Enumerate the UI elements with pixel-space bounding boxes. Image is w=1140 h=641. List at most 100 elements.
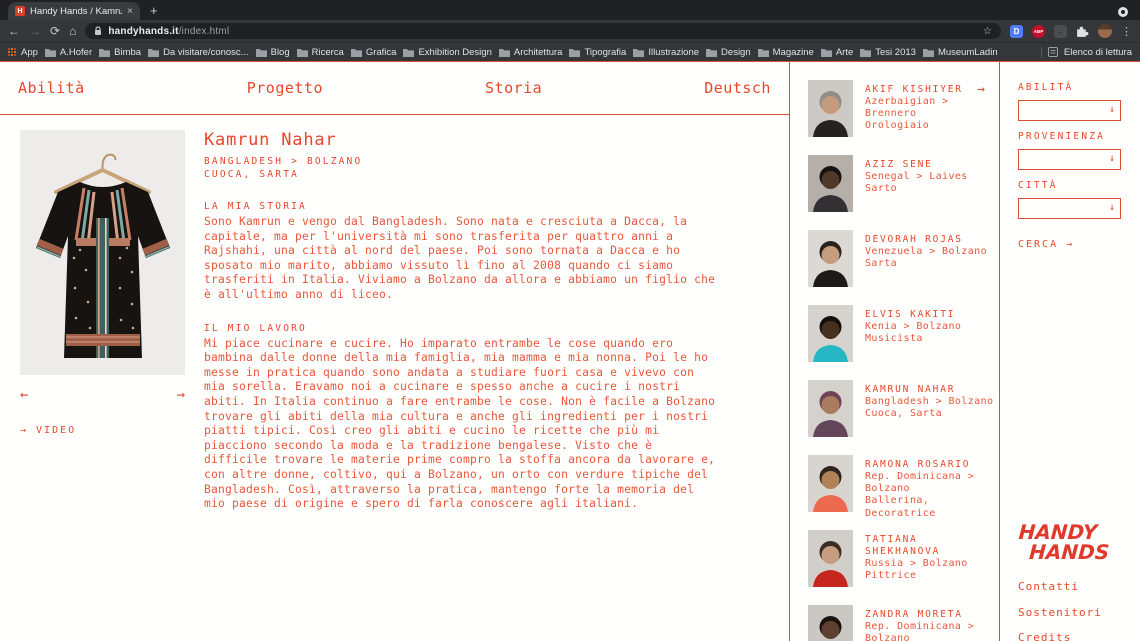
profile-avatar[interactable] <box>1098 24 1112 38</box>
filter-select-abilita[interactable]: ↓ <box>1018 100 1121 121</box>
person-list-item[interactable]: TATIANA SHEKHANOVA Russia > Bolzano Pitt… <box>808 530 999 587</box>
bookmark-folder[interactable]: Arte <box>820 47 853 58</box>
sostenitori-link[interactable]: Sostenitori <box>1018 606 1110 619</box>
bookmark-folder[interactable]: Blog <box>255 46 290 58</box>
main-column: Abilità Progetto Storia Deutsch ← → → VI… <box>0 62 790 641</box>
bookmark-folder[interactable]: Bimba <box>99 47 141 58</box>
url-text: handyhands.it/index.html <box>108 26 229 37</box>
browser-tab[interactable]: H Handy Hands / Kamrun × <box>8 2 140 20</box>
filter-select-citta[interactable]: ↓ <box>1018 198 1121 219</box>
nav-progetto[interactable]: Progetto <box>247 79 323 97</box>
contatti-link[interactable]: Contatti <box>1018 580 1110 593</box>
tab-title: Handy Hands / Kamrun <box>30 5 123 17</box>
nav-abilita[interactable]: Abilità <box>18 79 85 97</box>
bookmark-label: Design <box>721 46 751 58</box>
video-link[interactable]: → VIDEO <box>20 425 76 436</box>
bookmark-label: Blog <box>270 46 290 58</box>
folder-icon <box>44 48 56 57</box>
extension-dark-icon[interactable]: ‥ <box>1054 24 1067 38</box>
bookmark-label: Exhibition Design <box>418 46 492 58</box>
profile-content: ← → → VIDEO Kamrun Nahar BANGLADESH > BO… <box>0 115 789 512</box>
bookmark-folder[interactable]: Magazine <box>757 46 814 58</box>
bookmark-label: Grafica <box>365 46 397 58</box>
adblock-icon[interactable]: ABP <box>1032 24 1045 38</box>
person-profession: Ballerina, Decoratrice <box>865 495 936 519</box>
person-name: ZANDRA MORETA <box>865 609 963 620</box>
folder-icon <box>706 48 718 57</box>
bookmark-label: Illustrazione <box>648 46 700 58</box>
filter-select-provenienza[interactable]: ↓ <box>1018 149 1121 170</box>
person-list-item[interactable]: ZANDRA MORETA Rep. Dominicana > Bolzano … <box>808 605 999 641</box>
person-photo <box>808 530 853 587</box>
nav-storia[interactable]: Storia <box>485 79 542 97</box>
work-heading: IL MIO LAVORO <box>204 322 307 334</box>
site-footer: HANDY HANDS Contatti Sostenitori Credits <box>1017 520 1112 641</box>
person-name: KAMRUN NAHAR <box>865 384 956 395</box>
person-list-item[interactable]: ELVIS KAKITI Kenia > Bolzano Musicista <box>808 305 999 362</box>
person-profession: Sarto <box>865 183 898 195</box>
person-photo <box>808 605 853 641</box>
reading-list-button[interactable]: Elenco di lettura <box>1040 46 1132 58</box>
bookmarks-bar: App A.Hofer Bimba Da visitare/conosc... … <box>0 42 1140 61</box>
next-arrow-icon[interactable]: → <box>177 387 185 403</box>
person-list-item[interactable]: DEVORAH ROJAS Venezuela > Bolzano Sarta <box>808 230 999 287</box>
bookmark-folder[interactable]: Ricerca <box>296 46 344 58</box>
extensions-puzzle-icon[interactable] <box>1076 25 1089 38</box>
bookmark-folder[interactable]: Tipografia <box>569 47 626 58</box>
address-bar[interactable]: handyhands.it/index.html ☆ <box>85 23 1001 39</box>
tab-search-icon[interactable] <box>1118 7 1128 17</box>
bookmark-folder[interactable]: Grafica <box>350 46 397 58</box>
person-list-item[interactable]: AKIF KISHIYER Azerbaigian > Brennero Oro… <box>808 80 999 137</box>
prev-arrow-icon[interactable]: ← <box>20 387 28 403</box>
chevron-down-icon: ↓ <box>1108 202 1115 213</box>
person-list-item[interactable]: AZIZ SENE Senegal > Laives Sarto <box>808 155 999 212</box>
bookmark-folder[interactable]: Architettura <box>498 47 562 58</box>
garment-photo <box>20 130 185 375</box>
bookmark-folder[interactable]: Exhibition Design <box>403 46 492 58</box>
bookmark-label: A.Hofer <box>59 46 93 58</box>
story-heading: LA MIA STORIA <box>204 201 307 212</box>
bookmark-apps[interactable]: App <box>8 47 38 58</box>
browser-menu-icon[interactable]: ⋮ <box>1121 25 1132 38</box>
bookmark-label: MuseumLadin <box>937 46 998 58</box>
bookmark-folder[interactable]: MuseumLadin <box>922 46 998 58</box>
bookmark-star-icon[interactable]: ☆ <box>983 26 992 37</box>
forward-icon[interactable]: → <box>29 25 41 37</box>
lock-icon <box>95 26 102 35</box>
reload-icon[interactable]: ⟳ <box>50 25 60 37</box>
back-icon[interactable]: ← <box>8 25 20 37</box>
person-list-item[interactable]: KAMRUN NAHAR Bangladesh > Bolzano Cuoca,… <box>808 380 999 437</box>
person-origin: Azerbaigian > Brennero <box>865 96 949 120</box>
folder-icon <box>860 48 872 57</box>
extension-d-icon[interactable]: D <box>1010 24 1023 38</box>
person-origin: Kenia > Bolzano <box>865 321 962 332</box>
bookmark-label: Magazine <box>772 46 814 58</box>
person-list-item[interactable]: RAMONA ROSARIO Rep. Dominicana > Bolzano… <box>808 455 999 519</box>
bookmark-label: Tipografia <box>584 46 627 58</box>
bookmark-label: Ricerca <box>311 46 344 58</box>
bookmark-folder[interactable]: Design <box>706 47 751 58</box>
handy-hands-logo[interactable]: HANDY HANDS <box>1017 520 1112 564</box>
bookmarks-divider <box>1040 46 1042 58</box>
search-button[interactable]: CERCA → <box>1018 239 1074 250</box>
filter-label-citta: CITTÀ <box>1018 180 1058 191</box>
close-tab-icon[interactable]: × <box>127 6 133 17</box>
reading-list-label: Elenco di lettura <box>1063 46 1132 58</box>
nav-deutsch[interactable]: Deutsch <box>704 79 771 97</box>
person-photo <box>808 380 853 437</box>
folder-icon <box>99 48 111 57</box>
bookmark-folder[interactable]: Tesi 2013 <box>860 47 916 58</box>
bookmark-folder[interactable]: Da visitare/conosc... <box>148 47 249 58</box>
bookmark-folder[interactable]: Illustrazione <box>633 47 699 58</box>
bookmark-folder[interactable]: A.Hofer <box>44 46 93 58</box>
person-origin: Russia > Bolzano <box>865 558 968 569</box>
browser-toolbar: ← → ⟳ ⌂ handyhands.it/index.html ☆ D ABP… <box>0 20 1140 42</box>
folder-icon <box>403 48 415 57</box>
person-arrow-icon[interactable]: → <box>977 80 985 137</box>
chevron-down-icon: ↓ <box>1108 153 1115 164</box>
home-icon[interactable]: ⌂ <box>69 25 76 37</box>
new-tab-button[interactable]: + <box>150 3 158 18</box>
credits-link[interactable]: Credits <box>1018 631 1110 641</box>
person-photo <box>808 80 853 137</box>
person-name: AKIF KISHIYER <box>865 84 963 95</box>
